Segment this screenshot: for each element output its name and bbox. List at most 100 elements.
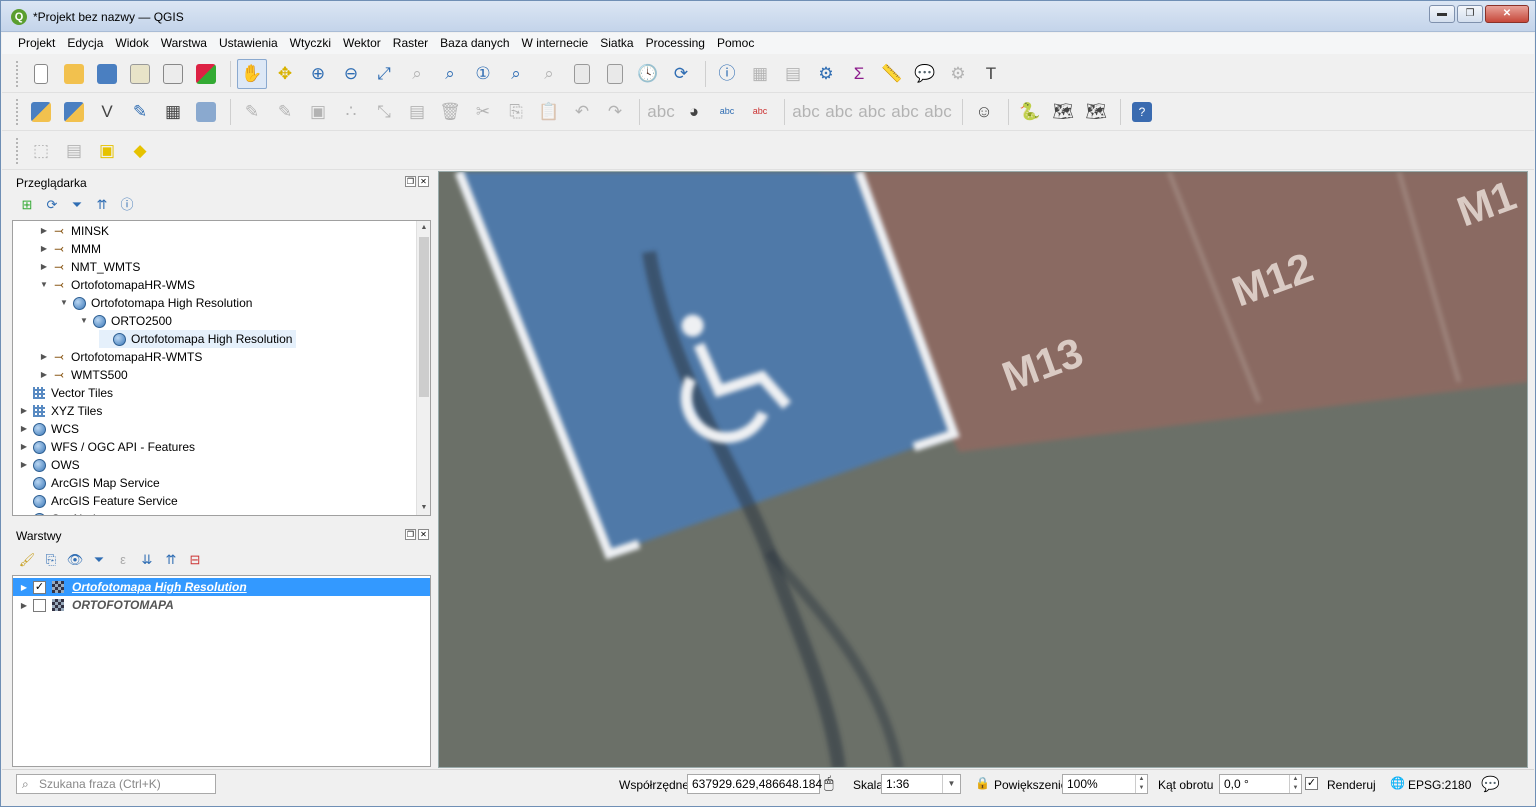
chevron-right-icon[interactable]: ▶ (39, 222, 49, 240)
label-move-icon[interactable]: abc (791, 97, 821, 127)
copy-features-icon[interactable]: ⎘ (501, 97, 531, 127)
menu-processing[interactable]: Processing (640, 33, 711, 54)
scroll-up-icon[interactable]: ▲ (417, 221, 430, 235)
scroll-down-icon[interactable]: ▼ (417, 501, 430, 515)
refresh-icon[interactable]: ⟳ (666, 59, 696, 89)
minimize-button[interactable]: ▬ (1429, 5, 1455, 23)
temporal-controller-icon[interactable]: 🕓 (633, 59, 663, 89)
open-styling-icon[interactable]: 🖌 (18, 551, 36, 569)
browser-scrollbar[interactable]: ▲ ▼ (416, 221, 430, 515)
chevron-right-icon[interactable]: ▶ (39, 348, 49, 366)
menu-ustawienia[interactable]: Ustawienia (213, 33, 284, 54)
browser-item[interactable]: ▶ WCS (19, 420, 79, 438)
zoom-options-icon[interactable]: ⚙ (943, 59, 973, 89)
layer-row[interactable]: ▶ ORTOFOTOMAPA (13, 596, 430, 614)
lock-scale-icon[interactable]: 🔒 (975, 776, 990, 790)
help-icon[interactable]: ? (1127, 97, 1157, 127)
remove-layer-icon[interactable]: ⊟ (186, 551, 204, 569)
menu-warstwa[interactable]: Warstwa (155, 33, 213, 54)
browser-item[interactable]: ArcGIS Feature Service (19, 492, 178, 510)
chevron-down-icon[interactable]: ▼ (39, 276, 49, 294)
menu-raster[interactable]: Raster (387, 33, 434, 54)
float-panel-icon[interactable]: ❐ (405, 176, 416, 187)
spin-arrows-icon[interactable]: ▲ ▼ (1289, 775, 1301, 793)
crs-button[interactable]: EPSG:2180 (1408, 778, 1471, 792)
menu-baza-danych[interactable]: Baza danych (434, 33, 515, 54)
menu-wtyczki[interactable]: Wtyczki (284, 33, 337, 54)
print-layout-icon[interactable] (158, 59, 188, 89)
delete-selected-icon[interactable]: 🗑 (435, 97, 465, 127)
expand-all-icon[interactable]: ⇊ (138, 551, 156, 569)
add-group-icon[interactable]: ⎘ (42, 551, 60, 569)
messages-icon[interactable]: 💬 (1481, 775, 1500, 793)
diagram-icon[interactable]: ◕ (679, 97, 709, 127)
menu-wektor[interactable]: Wektor (337, 33, 387, 54)
save-project-icon[interactable] (92, 59, 122, 89)
zoom-native-icon[interactable]: ① (468, 59, 498, 89)
layer-row[interactable]: ▶ ✓ Ortofotomapa High Resolution (13, 578, 430, 596)
magnifier-spinbox[interactable]: 100% ▲ ▼ (1062, 774, 1148, 794)
crs-globe-icon[interactable]: 🌐 (1390, 776, 1405, 790)
layer-name[interactable]: ORTOFOTOMAPA (72, 598, 174, 612)
deselect-icon[interactable]: ▤ (59, 136, 89, 166)
georeferencer-icon[interactable] (191, 97, 221, 127)
toolbar-grip[interactable] (16, 60, 20, 87)
zoom-selection-icon[interactable]: ⌕ (402, 59, 432, 89)
chevron-right-icon[interactable]: ▶ (19, 438, 29, 456)
menu-siatka[interactable]: Siatka (594, 33, 639, 54)
save-edits-icon[interactable]: ▣ (303, 97, 333, 127)
menu-w-internecie[interactable]: W internecie (516, 33, 595, 54)
chevron-down-icon[interactable]: ▼ (942, 775, 960, 793)
zoom-in-icon[interactable]: ⊕ (303, 59, 333, 89)
browser-item[interactable]: ▼ ⤙ OrtofotomapaHR-WMS (39, 276, 195, 294)
current-edits-icon[interactable]: ✎ (270, 97, 300, 127)
locator-search-input[interactable]: ⌕ Szukana fraza (Ctrl+K) (16, 774, 216, 794)
show-bookmarks-icon[interactable] (600, 59, 630, 89)
select-features-icon[interactable]: ⬚ (26, 136, 56, 166)
manage-visibility-icon[interactable]: 👁 (66, 551, 84, 569)
style-manager-icon[interactable] (191, 59, 221, 89)
scale-combo[interactable]: 1:36 ▼ (881, 774, 961, 794)
label-properties-icon[interactable]: abc (890, 97, 920, 127)
gps-icon[interactable]: ▦ (158, 97, 188, 127)
toolbar-grip[interactable] (16, 137, 20, 164)
chevron-down-icon[interactable]: ▼ (79, 312, 89, 330)
label-highlight-icon[interactable]: abc (745, 97, 775, 127)
browser-item[interactable]: Vector Tiles (19, 384, 113, 402)
browser-item[interactable]: ArcGIS Map Service (19, 474, 160, 492)
coordinate-field[interactable]: 637929.629,486648.184 (687, 774, 822, 794)
menu-widok[interactable]: Widok (109, 33, 154, 54)
paste-features-icon[interactable]: 📋 (534, 97, 564, 127)
browser-item[interactable]: GeoNode (19, 510, 102, 515)
plugin-tiles-icon[interactable]: 🗺 (1081, 97, 1111, 127)
map-canvas[interactable]: M13 M12 M1 (438, 171, 1528, 768)
layer-visibility-checkbox[interactable]: ✓ (33, 580, 46, 594)
filter-legend-icon[interactable]: ⏷ (90, 551, 108, 569)
properties-icon[interactable]: ⓘ (118, 196, 136, 214)
label-show-hide-icon[interactable]: abc (824, 97, 854, 127)
chevron-right-icon[interactable]: ▶ (19, 420, 29, 438)
toggle-editing-icon[interactable]: ✎ (237, 97, 267, 127)
filter-expression-icon[interactable]: ε (114, 551, 132, 569)
expand-arrow-icon[interactable]: ▶ (19, 583, 29, 592)
add-selected-layers-icon[interactable]: ⊞ (18, 196, 36, 214)
chevron-right-icon[interactable]: ▶ (39, 366, 49, 384)
select-by-expression-icon[interactable]: ▣ (92, 136, 122, 166)
browser-item[interactable]: ▶ ⤙ WMTS500 (39, 366, 128, 384)
vertex-tool-icon[interactable]: ⤡ (369, 97, 399, 127)
float-panel-icon[interactable]: ❐ (405, 529, 416, 540)
browser-item[interactable]: ▼ ORTO2500 (79, 312, 172, 330)
label-tool-icon[interactable]: abc (646, 97, 676, 127)
filter-icon[interactable]: ⏷ (68, 196, 86, 214)
attribute-table-icon[interactable]: ▦ (745, 59, 775, 89)
layer-name[interactable]: Ortofotomapa High Resolution (72, 580, 247, 594)
zoom-last-icon[interactable]: ⌕ (501, 59, 531, 89)
cut-features-icon[interactable]: ✂ (468, 97, 498, 127)
text-annotation-icon[interactable]: T (976, 59, 1006, 89)
pan-icon[interactable]: ✋ (237, 58, 267, 89)
python-console-icon[interactable]: 🐍 (1015, 97, 1045, 127)
spin-arrows-icon[interactable]: ▲ ▼ (1135, 775, 1147, 793)
chevron-right-icon[interactable]: ▶ (19, 456, 29, 474)
close-panel-icon[interactable]: ✕ (418, 176, 429, 187)
measure-icon[interactable]: 📏 (877, 59, 907, 89)
